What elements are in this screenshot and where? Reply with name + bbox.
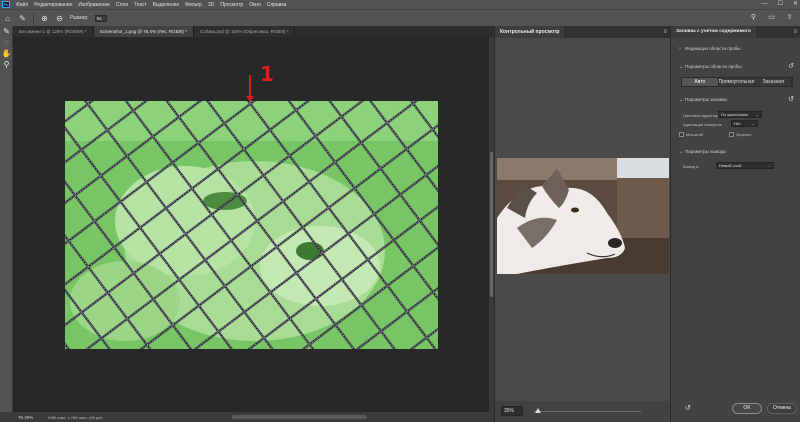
tab-screenshot[interactable]: Screenshot_1.png @ 76,4% (Лес, RGB/8) *: [93, 26, 194, 37]
tools-panel: ✎ ◌ ✋ ⚲: [0, 26, 13, 412]
color-adaptation-value: По умолчанию: [721, 112, 749, 117]
document-tabs: Без имени-1 @ 128% (RGB/8#) * Screenshot…: [13, 26, 493, 37]
preview-image: [497, 158, 669, 274]
zoom-slider-knob[interactable]: [535, 408, 541, 413]
brush-tool-icon[interactable]: ✎: [18, 14, 27, 23]
menu-type[interactable]: Текст: [131, 2, 150, 8]
menu-filter[interactable]: Фильтр: [182, 2, 205, 8]
workspace-icon[interactable]: ▭: [767, 13, 776, 22]
window-controls: — ☐ ✕: [762, 0, 798, 9]
sample-mode-custom[interactable]: Заказная: [755, 78, 793, 86]
section-output-settings-label: Параметры вывода: [685, 149, 726, 154]
section-sample-display[interactable]: › Индикация области пробы: [679, 46, 741, 52]
preview-panel: Контрольный просмотр ≡ 35%: [494, 26, 671, 422]
chevron-down-icon: ⌄: [755, 112, 759, 117]
horizontal-scroll-thumb[interactable]: [232, 415, 367, 419]
zoom-level[interactable]: 76,39%: [0, 415, 37, 420]
husky-behind-fence-image: [65, 101, 438, 349]
home-icon[interactable]: ⌂: [3, 14, 12, 23]
props-panel-tabbar: Заливка с учетом содержимого ≡: [671, 26, 800, 38]
tab-dog-psd[interactable]: Собака.psd @ 100% (Обрисовка, RGB/8) *: [194, 26, 296, 37]
menu-select[interactable]: Выделение: [150, 2, 183, 8]
preview-panel-title[interactable]: Контрольный просмотр: [495, 26, 565, 38]
menu-bar: Ps Файл Редактирование Изображение Слои …: [0, 0, 800, 9]
rotation-adaptation-dropdown[interactable]: Нет ⌄: [731, 120, 758, 127]
annotation-number-1: 1: [260, 62, 274, 86]
output-to-dropdown[interactable]: Новый слой ⌄: [716, 162, 774, 169]
arrowhead-down-icon: [246, 96, 254, 102]
output-to-label: Вывод в:: [683, 164, 700, 169]
panel-menu-icon[interactable]: ≡: [793, 29, 797, 35]
section-sample-options-label: Параметры области пробы: [685, 64, 742, 69]
rotation-adaptation-label: Адаптация поворота:: [683, 122, 723, 127]
color-adaptation-dropdown[interactable]: По умолчанию ⌄: [718, 111, 762, 118]
maximize-button[interactable]: ☐: [778, 0, 783, 9]
scale-checkbox[interactable]: [679, 132, 684, 137]
photoshop-logo: Ps: [2, 1, 10, 8]
section-fill-settings[interactable]: ⌄ Параметры заливки: [679, 97, 727, 103]
menu-view[interactable]: Просмотр: [217, 2, 246, 8]
divider: [33, 12, 34, 24]
section-output-settings[interactable]: ⌄ Параметры вывода: [679, 149, 726, 155]
document-image[interactable]: [65, 101, 438, 349]
menu-help[interactable]: Справка: [264, 2, 290, 8]
section-sample-display-label: Индикация области пробы: [685, 46, 741, 51]
mirror-checkbox[interactable]: [729, 132, 734, 137]
annotation-arrow-1: [249, 75, 251, 97]
menu-3d[interactable]: 3D: [205, 2, 217, 8]
document-info[interactable]: 1086 пикс. x 768 пикс. (96 ppi): [37, 415, 102, 420]
content-aware-fill-panel: Заливка с учетом содержимого ≡ › Индикаци…: [670, 26, 800, 422]
search-icon[interactable]: ⚲: [749, 13, 758, 22]
hand-tool-icon[interactable]: ✋: [0, 48, 13, 59]
mirror-label: Зеркало: [736, 132, 752, 137]
section-fill-settings-label: Параметры заливки: [685, 97, 727, 102]
minimize-button[interactable]: —: [762, 0, 768, 9]
husky-preview-image: [497, 158, 669, 274]
canvas-area[interactable]: [13, 37, 489, 412]
panel-menu-icon[interactable]: ≡: [663, 29, 667, 35]
preview-panel-tabbar: Контрольный просмотр ≡: [495, 26, 671, 38]
chevron-down-icon: ⌄: [767, 163, 771, 168]
menu-file[interactable]: Файл: [13, 2, 31, 8]
reset-icon[interactable]: ↺: [788, 95, 794, 103]
ok-button[interactable]: OK: [732, 403, 762, 414]
size-field[interactable]: 94: [94, 14, 107, 22]
rotation-adaptation-value: Нет: [734, 121, 741, 126]
tab-untitled[interactable]: Без имени-1 @ 128% (RGB/8#) *: [13, 26, 94, 37]
share-icon[interactable]: ⇪: [785, 13, 794, 22]
size-label: Размер:: [70, 15, 89, 21]
zoom-slider[interactable]: [533, 411, 641, 412]
output-to-value: Новый слой: [719, 163, 742, 168]
menu-layers[interactable]: Слои: [113, 2, 131, 8]
color-adaptation-label: Цветовая адаптация:: [683, 113, 723, 118]
brush-tool-icon[interactable]: ✎: [0, 26, 13, 37]
reset-all-icon[interactable]: ↺: [685, 404, 691, 412]
zoom-tool-icon[interactable]: ⚲: [0, 59, 13, 70]
add-to-brush-icon[interactable]: ⊕: [40, 14, 49, 23]
menu-window[interactable]: Окно: [246, 2, 264, 8]
chevron-down-icon: ⌄: [751, 121, 755, 126]
reset-icon[interactable]: ↺: [788, 62, 794, 70]
close-button[interactable]: ✕: [793, 0, 798, 9]
sample-mode-auto[interactable]: Авто: [682, 78, 719, 86]
scroll-thumb[interactable]: [490, 152, 493, 297]
status-bar: 76,39% 1086 пикс. x 768 пикс. (96 ppi): [0, 412, 494, 422]
subtract-brush-icon[interactable]: ⊖: [55, 14, 64, 23]
menu-image[interactable]: Изображение: [75, 2, 113, 8]
props-panel-title[interactable]: Заливка с учетом содержимого: [671, 26, 756, 38]
options-bar: ⌂ ✎ ⊕ ⊖ Размер: 94 ⚲ ▭ ⇪: [0, 9, 800, 26]
lasso-tool-icon[interactable]: ◌: [0, 37, 13, 48]
options-right: ⚲ ▭ ⇪: [749, 13, 794, 22]
preview-zoom-field[interactable]: 35%: [501, 406, 523, 416]
scale-label: Масштаб: [686, 132, 704, 137]
preview-zoom-bar: 35%: [495, 401, 671, 422]
cancel-button[interactable]: Отмена: [767, 403, 797, 414]
sample-mode-segmented: Авто Прямоугольная Заказная: [681, 77, 793, 87]
section-sample-options[interactable]: ⌄ Параметры области пробы: [679, 64, 742, 70]
menu-edit[interactable]: Редактирование: [31, 2, 75, 8]
sample-mode-rectangular[interactable]: Прямоугольная: [718, 78, 756, 86]
